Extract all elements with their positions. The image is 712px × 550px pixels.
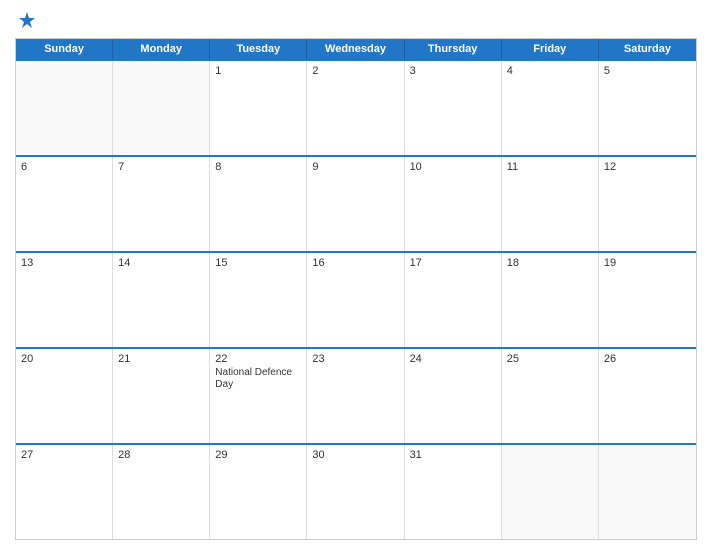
day-number: 30 (312, 449, 398, 461)
day-header-tuesday: Tuesday (210, 39, 307, 59)
day-number: 12 (604, 161, 691, 173)
week-row-3: 13 14 15 16 17 18 19 (16, 251, 696, 347)
day-cell: 6 (16, 157, 113, 251)
day-cell: 20 (16, 349, 113, 443)
logo (15, 10, 37, 30)
day-cell: 5 (599, 61, 696, 155)
day-cell: 21 (113, 349, 210, 443)
week-row-1: 12345 (16, 59, 696, 155)
day-number: 24 (410, 353, 496, 365)
day-cell: 10 (405, 157, 502, 251)
day-cell: 22 National Defence Day (210, 349, 307, 443)
day-number: 21 (118, 353, 204, 365)
day-cell: 25 (502, 349, 599, 443)
day-cell (16, 61, 113, 155)
day-cell: 12 (599, 157, 696, 251)
day-cell (599, 445, 696, 539)
day-cell: 4 (502, 61, 599, 155)
day-cell: 24 (405, 349, 502, 443)
day-number: 14 (118, 257, 204, 269)
day-number: 6 (21, 161, 107, 173)
day-cell: 13 (16, 253, 113, 347)
week-row-4: 20 21 22 National Defence Day 23 24 25 26 (16, 347, 696, 443)
day-header-saturday: Saturday (599, 39, 696, 59)
day-cell: 17 (405, 253, 502, 347)
day-number: 29 (215, 449, 301, 461)
day-number: 5 (604, 65, 691, 77)
header (15, 10, 697, 30)
day-number: 18 (507, 257, 593, 269)
day-headers-row: SundayMondayTuesdayWednesdayThursdayFrid… (16, 39, 696, 59)
day-cell: 9 (307, 157, 404, 251)
day-number: 27 (21, 449, 107, 461)
day-cell: 11 (502, 157, 599, 251)
day-number: 28 (118, 449, 204, 461)
day-number: 20 (21, 353, 107, 365)
logo-flag-icon (17, 10, 37, 30)
day-cell: 27 (16, 445, 113, 539)
week-row-5: 27 28 29 30 31 (16, 443, 696, 539)
day-number: 7 (118, 161, 204, 173)
day-header-sunday: Sunday (16, 39, 113, 59)
weeks-container: 12345678910111213141516171819202122Natio… (16, 59, 696, 539)
day-number: 4 (507, 65, 593, 77)
day-cell: 18 (502, 253, 599, 347)
day-cell: 31 (405, 445, 502, 539)
day-number: 16 (312, 257, 398, 269)
day-number: 8 (215, 161, 301, 173)
event-label: National Defence Day (215, 367, 301, 391)
day-cell: 14 (113, 253, 210, 347)
day-number: 1 (215, 65, 301, 77)
page: SundayMondayTuesdayWednesdayThursdayFrid… (0, 0, 712, 550)
day-cell: 28 (113, 445, 210, 539)
day-header-thursday: Thursday (405, 39, 502, 59)
day-number: 26 (604, 353, 691, 365)
day-cell: 23 (307, 349, 404, 443)
day-number: 15 (215, 257, 301, 269)
day-header-wednesday: Wednesday (307, 39, 404, 59)
day-cell: 15 (210, 253, 307, 347)
day-header-friday: Friday (502, 39, 599, 59)
day-number: 11 (507, 161, 593, 173)
day-number: 22 (215, 353, 301, 365)
day-cell: 2 (307, 61, 404, 155)
day-cell: 8 (210, 157, 307, 251)
day-cell: 29 (210, 445, 307, 539)
day-number: 2 (312, 65, 398, 77)
day-header-monday: Monday (113, 39, 210, 59)
day-number: 3 (410, 65, 496, 77)
day-number: 17 (410, 257, 496, 269)
day-cell (502, 445, 599, 539)
day-cell: 7 (113, 157, 210, 251)
day-cell: 3 (405, 61, 502, 155)
day-cell: 30 (307, 445, 404, 539)
day-number: 31 (410, 449, 496, 461)
day-number: 25 (507, 353, 593, 365)
week-row-2: 6789 10 11 12 (16, 155, 696, 251)
day-number: 13 (21, 257, 107, 269)
day-number: 23 (312, 353, 398, 365)
day-cell: 16 (307, 253, 404, 347)
day-cell (113, 61, 210, 155)
day-number: 10 (410, 161, 496, 173)
calendar: SundayMondayTuesdayWednesdayThursdayFrid… (15, 38, 697, 540)
day-cell: 26 (599, 349, 696, 443)
day-number: 9 (312, 161, 398, 173)
day-cell: 19 (599, 253, 696, 347)
day-cell: 1 (210, 61, 307, 155)
day-number: 19 (604, 257, 691, 269)
